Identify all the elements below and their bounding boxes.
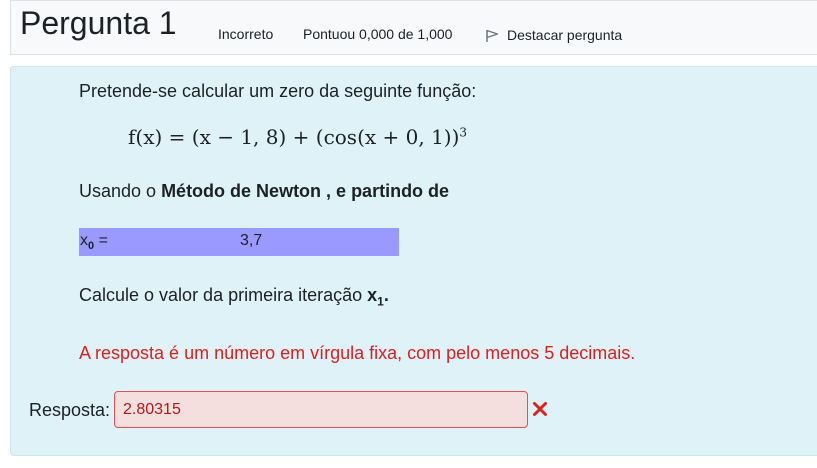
x0-label: x0 = (80, 232, 108, 252)
x1-symbol: x (367, 285, 378, 305)
format-warning: A resposta é um número em vírgula fixa, … (79, 343, 636, 363)
formula-rhs: = (x − 1, 8) + (cos(x + 0, 1)) (168, 125, 460, 149)
question-title: Pergunta 1 (20, 5, 177, 42)
formula-exponent: 3 (459, 125, 468, 140)
x0-equals: = (94, 232, 108, 249)
method-name: Método de Newton , e partindo de (161, 181, 450, 201)
flag-question-link[interactable]: Destacar pergunta (485, 26, 622, 43)
formula-lhs: f(x) (128, 125, 163, 149)
x1-label: x1. (367, 285, 389, 309)
question-number: 1 (158, 5, 177, 41)
question-page: Pergunta 1 Incorreto Pontuou 0,000 de 1,… (0, 0, 817, 468)
x0-symbol: x (80, 232, 88, 249)
calc-prefix: Calcule o valor da primeira iteração (79, 285, 368, 305)
question-word: Pergunta (20, 5, 150, 41)
question-intro: Pretende-se calcular um zero da seguinte… (79, 81, 477, 101)
x0-value: 3,7 (240, 232, 263, 249)
question-grade: Pontuou 0,000 de 1,000 (303, 26, 453, 42)
answer-input[interactable] (114, 391, 528, 428)
question-info: Pergunta 1 Incorreto Pontuou 0,000 de 1,… (10, 0, 817, 55)
calc-suffix: . (383, 285, 389, 305)
answer-label: Resposta: (29, 400, 111, 420)
question-state: Incorreto (218, 26, 274, 42)
method-text: Usando o Método de Newton , e partindo d… (79, 181, 449, 202)
cross-icon (533, 402, 547, 416)
question-content: Pretende-se calcular um zero da seguinte… (10, 66, 817, 456)
flag-label: Destacar pergunta (507, 26, 623, 43)
flag-icon (486, 29, 499, 42)
initial-value-box: x0 = 3,7 (79, 228, 399, 256)
function-formula: f(x) = (x − 1, 8) + (cos(x + 0, 1))3 (128, 125, 467, 149)
method-prefix: Usando o (79, 181, 162, 201)
x1-subscript: 1 (377, 294, 384, 309)
calc-instruction: Calcule o valor da primeira iteração x1. (79, 285, 389, 309)
